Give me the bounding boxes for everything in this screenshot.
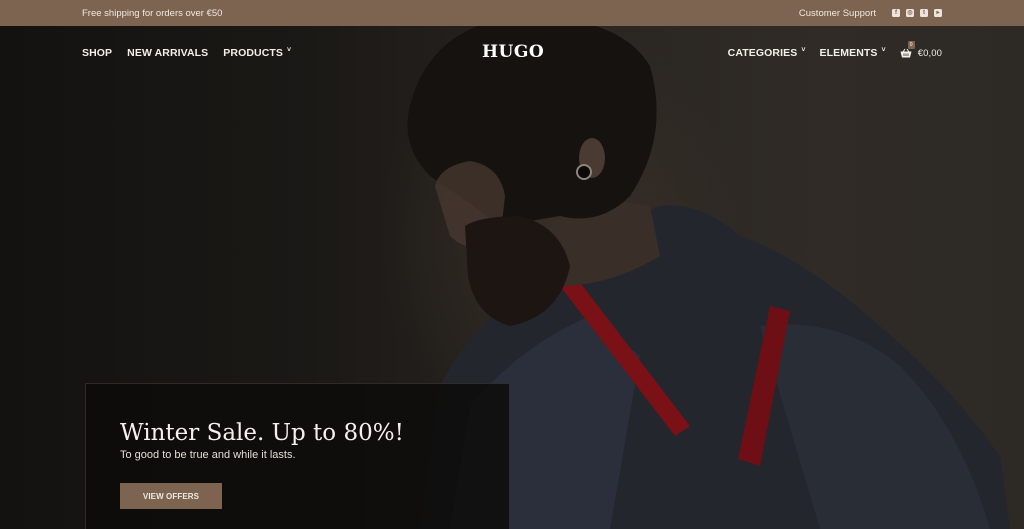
shipping-notice: Free shipping for orders over €50 xyxy=(82,7,223,19)
youtube-icon[interactable]: ▸ xyxy=(934,9,942,17)
twitter-icon[interactable]: t xyxy=(920,9,928,17)
nav-shop-label: SHOP xyxy=(82,47,113,59)
social-links: f ◎ t ▸ xyxy=(892,9,942,17)
view-offers-button[interactable]: VIEW OFFERS xyxy=(120,483,222,510)
nav-right: CATEGORIES ˅ ELEMENTS ˅ 0 €0,00 xyxy=(727,41,942,60)
facebook-icon[interactable]: f xyxy=(892,9,900,17)
nav-new-arrivals-label: NEW ARRIVALS xyxy=(127,47,209,59)
nav-products-label: PRODUCTS xyxy=(223,47,284,59)
site-logo[interactable]: HUGO xyxy=(482,42,544,62)
nav-shop[interactable]: SHOP xyxy=(82,47,112,59)
customer-support-link[interactable]: Customer Support xyxy=(799,8,876,19)
promo-title: Winter Sale. Up to 80%! xyxy=(120,420,404,446)
chevron-down-icon: ˅ xyxy=(881,46,886,54)
promo-subtitle: To good to be true and while it lasts. xyxy=(120,449,296,462)
nav-categories[interactable]: CATEGORIES ˅ xyxy=(727,46,806,60)
chevron-down-icon: ˅ xyxy=(801,46,806,54)
cart-count-badge: 0 xyxy=(907,41,915,49)
promo-panel: Winter Sale. Up to 80%! To good to be tr… xyxy=(85,383,510,529)
nav-categories-label: CATEGORIES xyxy=(727,47,798,59)
nav-products[interactable]: PRODUCTS ˅ xyxy=(223,46,292,60)
chevron-down-icon: ˅ xyxy=(287,46,292,54)
instagram-icon[interactable]: ◎ xyxy=(906,9,914,17)
topbar-right: Customer Support f ◎ t ▸ xyxy=(799,8,942,19)
ear-plug xyxy=(576,164,592,180)
basket-icon: 0 xyxy=(900,41,915,58)
top-announcement-bar: Free shipping for orders over €50 Custom… xyxy=(0,0,1024,26)
nav-elements-label: ELEMENTS xyxy=(819,47,878,59)
nav-new-arrivals[interactable]: NEW ARRIVALS xyxy=(127,47,208,59)
nav-elements[interactable]: ELEMENTS ˅ xyxy=(819,46,886,60)
cart-button[interactable]: 0 €0,00 xyxy=(900,41,942,59)
cart-total: €0,00 xyxy=(917,47,942,59)
nav-left: SHOP NEW ARRIVALS PRODUCTS ˅ xyxy=(82,46,292,60)
